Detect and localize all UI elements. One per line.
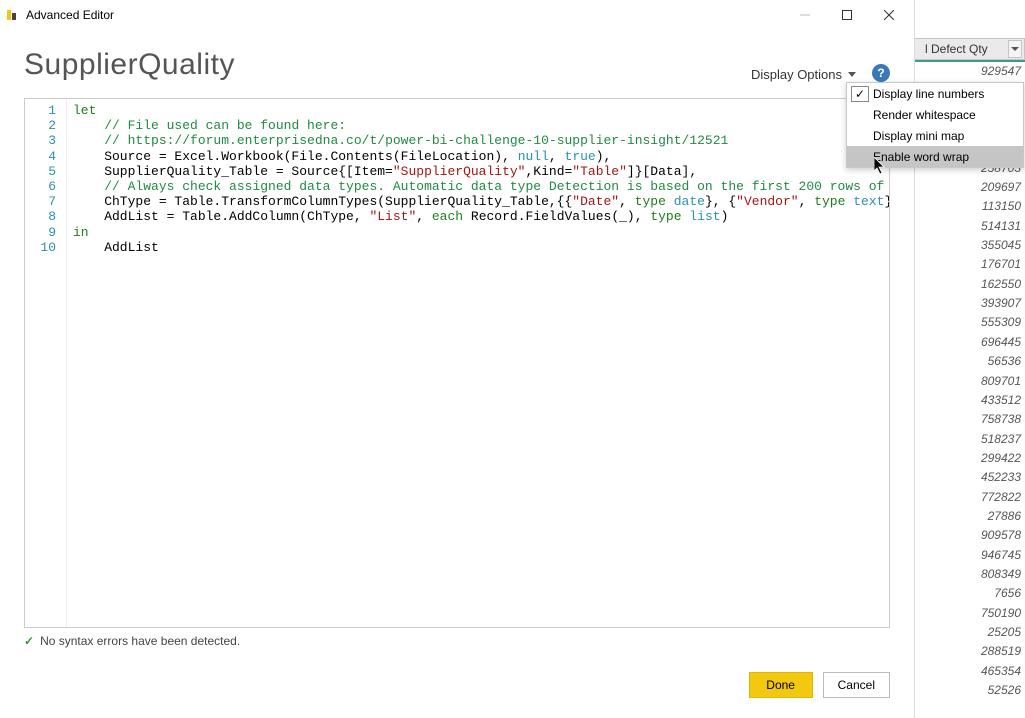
table-cell[interactable]: 929547 — [915, 62, 1021, 81]
column-filter-dropdown-icon[interactable] — [1008, 40, 1022, 58]
table-cell[interactable]: 7656 — [915, 584, 1021, 603]
line-number: 10 — [29, 240, 56, 255]
menu-item-display-line-numbers[interactable]: ✓ Display line numbers — [847, 83, 1023, 104]
checkbox-icon — [851, 107, 869, 123]
minimize-button[interactable] — [784, 1, 826, 29]
menu-item-render-whitespace[interactable]: Render whitespace — [847, 104, 1023, 125]
chevron-down-icon — [848, 72, 856, 78]
table-cell[interactable]: 809701 — [915, 372, 1021, 391]
menu-item-label: Enable word wrap — [873, 150, 969, 164]
status-bar: ✓ No syntax errors have been detected. — [24, 634, 890, 648]
table-cell[interactable]: 909578 — [915, 526, 1021, 545]
table-cell[interactable]: 555309 — [915, 313, 1021, 332]
app-icon — [4, 7, 20, 23]
line-number-gutter: 12345678910 — [25, 99, 67, 627]
table-cell[interactable]: 393907 — [915, 294, 1021, 313]
checkbox-icon: ✓ — [851, 86, 869, 102]
cancel-button[interactable]: Cancel — [823, 672, 890, 698]
display-options-label: Display Options — [751, 67, 842, 82]
title-bar: Advanced Editor — [0, 0, 914, 30]
column-divider — [915, 60, 1025, 62]
line-number: 2 — [29, 118, 56, 133]
line-number: 5 — [29, 164, 56, 179]
table-cell[interactable]: 27886 — [915, 507, 1021, 526]
table-cell[interactable]: 465354 — [915, 662, 1021, 681]
display-options-menu[interactable]: ✓ Display line numbers Render whitespace Di… — [846, 82, 1024, 168]
table-cell[interactable]: 518237 — [915, 430, 1021, 449]
table-cell[interactable]: 514131 — [915, 217, 1021, 236]
table-cell[interactable]: 209697 — [915, 178, 1021, 197]
table-cell[interactable]: 56536 — [915, 352, 1021, 371]
line-number: 8 — [29, 209, 56, 224]
line-number: 1 — [29, 103, 56, 118]
window-controls — [784, 1, 910, 29]
dialog-footer: Done Cancel — [749, 672, 890, 698]
menu-item-display-mini-map[interactable]: Display mini map — [847, 125, 1023, 146]
code-content[interactable]: let // File used can be found here: // h… — [67, 99, 889, 627]
table-cell[interactable]: 288519 — [915, 642, 1021, 661]
window-title: Advanced Editor — [26, 8, 784, 22]
line-number: 4 — [29, 149, 56, 164]
table-cell[interactable]: 162550 — [915, 275, 1021, 294]
check-icon: ✓ — [24, 634, 34, 648]
table-cell[interactable]: 772822 — [915, 488, 1021, 507]
table-cell[interactable]: 696445 — [915, 333, 1021, 352]
menu-item-label: Display line numbers — [873, 87, 984, 101]
close-button[interactable] — [868, 1, 910, 29]
help-icon[interactable]: ? — [872, 64, 890, 82]
table-cell[interactable]: 355045 — [915, 236, 1021, 255]
checkbox-icon — [851, 149, 869, 165]
status-text: No syntax errors have been detected. — [40, 634, 240, 648]
table-cell[interactable]: 946745 — [915, 546, 1021, 565]
table-cell[interactable]: 299422 — [915, 449, 1021, 468]
line-number: 6 — [29, 179, 56, 194]
table-cell[interactable]: 52526 — [915, 681, 1021, 700]
line-number: 7 — [29, 194, 56, 209]
table-cell[interactable]: 750190 — [915, 604, 1021, 623]
display-options-dropdown[interactable]: Display Options — [751, 67, 856, 82]
line-number: 3 — [29, 133, 56, 148]
maximize-button[interactable] — [826, 1, 868, 29]
header-row: SupplierQuality Display Options ? — [0, 30, 914, 88]
menu-item-label: Display mini map — [873, 129, 964, 143]
checkbox-icon — [851, 128, 869, 144]
table-cell[interactable]: 25205 — [915, 623, 1021, 642]
menu-item-label: Render whitespace — [873, 108, 976, 122]
line-number: 9 — [29, 225, 56, 240]
table-cell[interactable]: 452233 — [915, 468, 1021, 487]
advanced-editor-dialog: Advanced Editor SupplierQuality Display … — [0, 0, 915, 718]
table-cell[interactable]: 113150 — [915, 197, 1021, 216]
code-editor[interactable]: 12345678910 let // File used can be foun… — [24, 98, 890, 628]
column-header-defect-qty[interactable]: l Defect Qty — [915, 38, 1025, 60]
table-cell[interactable]: 176701 — [915, 255, 1021, 274]
menu-item-enable-word-wrap[interactable]: Enable word wrap — [847, 146, 1023, 167]
table-cell[interactable]: 433512 — [915, 391, 1021, 410]
query-name: SupplierQuality — [24, 48, 751, 82]
done-button[interactable]: Done — [749, 672, 813, 698]
table-cell[interactable]: 808349 — [915, 565, 1021, 584]
column-header-label: l Defect Qty — [925, 42, 988, 56]
table-cell[interactable]: 758738 — [915, 410, 1021, 429]
